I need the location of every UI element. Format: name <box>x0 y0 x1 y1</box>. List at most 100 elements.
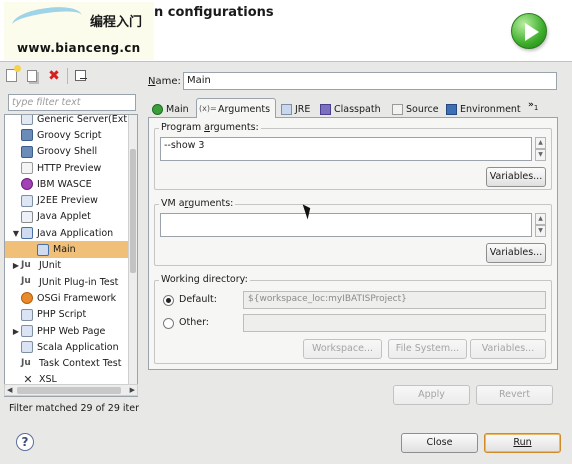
vm-arguments-group: VM arguments: ▲ ▼ Variables... <box>154 198 552 266</box>
tab-overflow-button[interactable]: »1 <box>528 100 538 112</box>
junit-icon: Ju <box>21 276 31 287</box>
tree-item[interactable]: ▶ Ju JUnit <box>5 258 130 274</box>
tree-item[interactable]: Ju JUnit Plug-in Test <box>5 274 130 290</box>
tree-item[interactable]: Groovy Shell <box>5 144 130 160</box>
tree-item[interactable]: Groovy Script <box>5 127 130 143</box>
tree-item[interactable]: PHP Script <box>5 307 130 323</box>
vm-arguments-scroll[interactable]: ▲ ▼ <box>535 213 546 237</box>
filter-input[interactable]: type filter text <box>8 94 136 111</box>
tab-label: Classpath <box>334 103 381 115</box>
name-field[interactable]: Main <box>183 72 557 90</box>
duplicate-icon <box>27 70 37 82</box>
watermark-logo: 编程入门 www.bianceng.cn <box>4 2 154 60</box>
scroll-down-icon[interactable]: ▼ <box>535 149 546 161</box>
tree-horizontal-scrollbar[interactable]: ◀ ▶ <box>4 384 138 396</box>
tree-item[interactable]: ▶ PHP Web Page <box>5 323 130 339</box>
working-dir-variables-button[interactable]: Variables... <box>470 339 546 359</box>
vertical-scroll-thumb[interactable] <box>130 149 136 273</box>
tree-item-label: PHP Web Page <box>37 325 106 337</box>
tab-jre[interactable]: JRE <box>279 100 315 118</box>
name-label-text: ame: <box>155 76 181 87</box>
tree-item-label: J2EE Preview <box>37 195 98 207</box>
help-icon[interactable]: ? <box>16 433 34 451</box>
other-directory-field <box>243 314 546 332</box>
tree-item[interactable]: Scala Application <box>5 339 130 355</box>
close-button[interactable]: Close <box>401 433 478 453</box>
vm-arguments-textarea[interactable] <box>160 213 532 237</box>
new-configuration-button[interactable] <box>4 65 21 84</box>
arguments-tab-icon: (x)= <box>199 103 217 113</box>
run-icon <box>511 13 547 49</box>
junit-icon: Ju <box>21 357 31 368</box>
other-directory-radio[interactable] <box>163 318 174 329</box>
program-variables-button[interactable]: Variables... <box>486 167 546 187</box>
tab-environment[interactable]: Environment <box>444 100 526 118</box>
filter-status: Filter matched 29 of 29 iter <box>9 403 139 414</box>
tree-item[interactable]: Generic Server(Ext <box>5 115 130 127</box>
java-app-icon <box>21 227 33 240</box>
vm-variables-button[interactable]: Variables... <box>486 243 546 263</box>
program-arguments-group: Program arguments: --show 3 ▲ ▼ Variables… <box>154 122 552 190</box>
collapse-all-button[interactable] <box>73 68 89 84</box>
collapse-arrow-icon[interactable]: ▶ <box>11 261 21 270</box>
delete-configuration-button[interactable]: ✖ <box>46 68 62 84</box>
watermark-url: www.bianceng.cn <box>17 41 141 55</box>
expand-arrow-icon[interactable]: ▼ <box>11 229 21 238</box>
horizontal-scroll-thumb[interactable] <box>17 387 121 394</box>
source-tab-icon <box>392 103 403 115</box>
program-arguments-textarea[interactable]: --show 3 <box>160 137 532 161</box>
scroll-up-icon[interactable]: ▲ <box>535 213 546 225</box>
duplicate-configuration-button[interactable] <box>25 68 41 84</box>
tab-arguments[interactable]: (x)= Arguments <box>196 98 276 119</box>
revert-button[interactable]: Revert <box>476 385 553 405</box>
tree-item-label: Groovy Script <box>37 129 102 141</box>
default-directory-radio[interactable] <box>163 295 174 306</box>
java-app-icon <box>37 243 49 256</box>
scroll-right-arrow-icon[interactable]: ▶ <box>130 386 135 394</box>
tree-item[interactable]: IBM WASCE <box>5 176 130 192</box>
scroll-up-icon[interactable]: ▲ <box>535 137 546 149</box>
tree-item-label: OSGi Framework <box>37 292 117 304</box>
configuration-toolbar: ✖ <box>4 65 89 86</box>
tab-label: JRE <box>295 103 311 115</box>
watermark-chinese-text: 编程入门 <box>90 15 143 30</box>
workspace-button[interactable]: Workspace... <box>303 339 382 359</box>
groovy-icon <box>21 129 33 142</box>
tree-item[interactable]: HTTP Preview <box>5 160 130 176</box>
tab-source[interactable]: Source <box>390 100 442 118</box>
configuration-tree: Generic Server(Ext Groovy Script Groovy Sh… <box>4 114 138 397</box>
program-arguments-title-pre: Program <box>161 122 205 133</box>
classpath-tab-icon <box>320 103 331 115</box>
program-arguments-scroll[interactable]: ▲ ▼ <box>535 137 546 161</box>
tab-main[interactable]: Main <box>150 100 194 118</box>
program-arguments-title-post: rguments: <box>209 122 259 133</box>
tree-item[interactable]: Main <box>5 241 130 258</box>
new-icon <box>6 65 21 82</box>
jre-tab-icon <box>281 103 292 115</box>
php-icon <box>21 325 33 337</box>
tab-overflow-count: 1 <box>533 103 539 112</box>
apply-button[interactable]: Apply <box>393 385 470 405</box>
tree-item[interactable]: OSGi Framework <box>5 290 130 306</box>
junit-icon: Ju <box>21 259 31 270</box>
scroll-left-arrow-icon[interactable]: ◀ <box>7 386 12 394</box>
file-system-button[interactable]: File System... <box>388 339 467 359</box>
scroll-down-icon[interactable]: ▼ <box>535 225 546 237</box>
working-directory-title: Working directory: <box>159 274 250 285</box>
environment-tab-icon <box>446 103 457 115</box>
http-icon <box>21 162 33 175</box>
tree-item[interactable]: Java Applet <box>5 209 130 225</box>
collapse-arrow-icon[interactable]: ▶ <box>11 327 21 336</box>
tree-item-label: Groovy Shell <box>37 146 98 158</box>
tree-item[interactable]: Ju Task Context Test <box>5 355 130 371</box>
tab-classpath[interactable]: Classpath <box>318 100 388 118</box>
tree-item[interactable]: J2EE Preview <box>5 192 130 208</box>
tree-vertical-scrollbar[interactable] <box>128 115 137 396</box>
tree-item-label: Scala Application <box>37 341 119 353</box>
run-button[interactable]: Run <box>484 433 561 453</box>
vm-arguments-title: VM arguments: <box>159 198 236 209</box>
tree-item[interactable]: ▼ Java Application <box>5 225 130 241</box>
collapse-all-icon <box>75 70 87 81</box>
tree-item-label: Java Application <box>37 227 114 239</box>
default-directory-label: Default: <box>179 294 217 305</box>
